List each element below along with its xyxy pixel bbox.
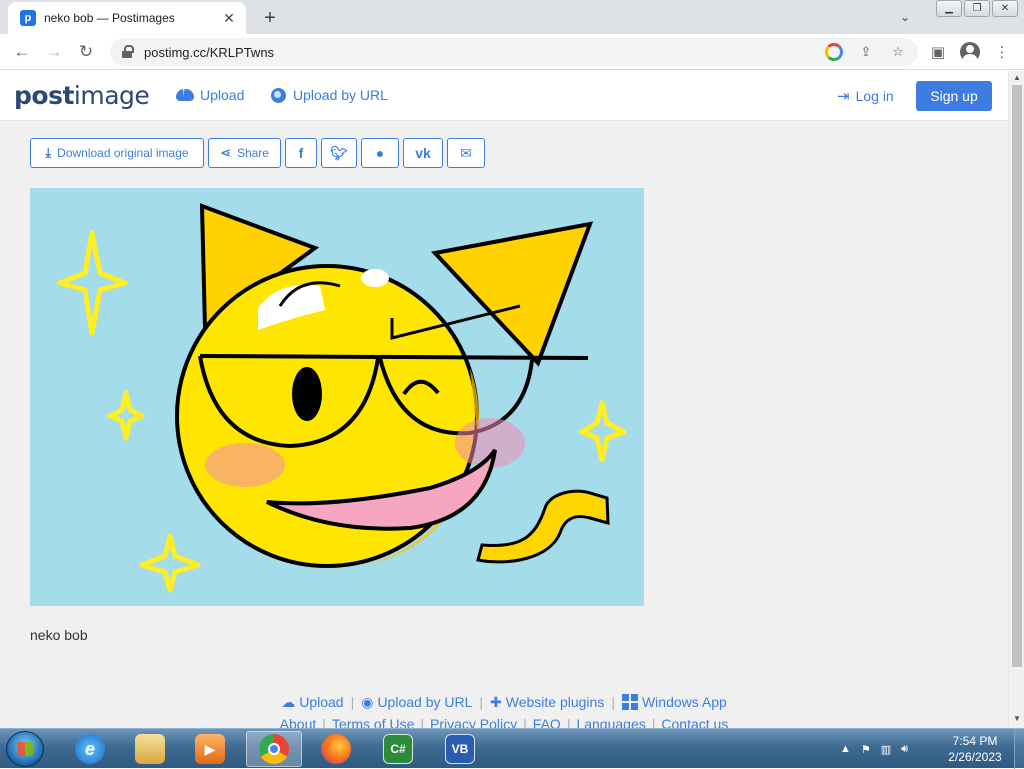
- close-window-icon[interactable]: ✕: [992, 0, 1018, 17]
- tab-strip: p neko bob — Postimages ✕ + ⌄ ▁ ❐ ✕: [0, 0, 1024, 34]
- postimage-logo[interactable]: postimage: [14, 81, 150, 110]
- reddit-share-button[interactable]: ●: [361, 138, 399, 168]
- download-icon: ⤓: [45, 145, 52, 160]
- windows-taskbar: e ▶ C# VB ▲ ⚑ ▥ 🔊︎ 7:54 PM 2/26/2023: [0, 728, 1024, 769]
- share-button[interactable]: ⋖ Share: [208, 138, 281, 168]
- footer-languages-link[interactable]: Languages: [576, 716, 645, 728]
- email-share-button[interactable]: ✉: [447, 138, 485, 168]
- uploaded-image[interactable]: [30, 188, 644, 606]
- cloud-upload-icon: [176, 86, 194, 101]
- restore-icon[interactable]: ❐: [964, 0, 990, 17]
- twitter-share-button[interactable]: 🐦︎: [321, 138, 357, 168]
- taskbar-visual-basic[interactable]: VB: [432, 731, 488, 767]
- share-toolbar: ⤓ Download original image ⋖ Share f 🐦︎ ●…: [30, 138, 485, 168]
- browser-toolbar: ← → ↻ postimg.cc/KRLPTwns ⇪ ☆ ▣ ⋮: [0, 34, 1024, 70]
- footer-privacy-link[interactable]: Privacy Policy: [430, 716, 517, 728]
- google-lens-icon[interactable]: [822, 40, 846, 64]
- footer-terms-link[interactable]: Terms of Use: [332, 716, 414, 728]
- browser-tab-active[interactable]: p neko bob — Postimages ✕: [8, 2, 246, 34]
- forward-arrow-icon[interactable]: →: [42, 40, 66, 64]
- address-bar[interactable]: postimg.cc/KRLPTwns ⇪ ☆: [110, 38, 918, 66]
- window-controls: ▁ ❐ ✕: [936, 0, 1018, 17]
- nav-upload-by-url-link[interactable]: Upload by URL: [271, 87, 388, 103]
- show-desktop-button[interactable]: [1014, 729, 1024, 769]
- profile-avatar-icon[interactable]: [958, 40, 982, 64]
- footer-upload-link[interactable]: ☁ Upload: [281, 694, 343, 711]
- windows-icon: [621, 694, 638, 710]
- taskbar-clock[interactable]: 7:54 PM 2/26/2023: [940, 733, 1010, 765]
- scroll-thumb[interactable]: [1012, 85, 1022, 667]
- system-tray: ▲ ⚑ ▥ 🔊︎: [840, 729, 908, 769]
- flag-icon[interactable]: ⚑: [861, 743, 871, 756]
- footer-secondary-links: About | Terms of Use | Privacy Policy | …: [0, 713, 1008, 728]
- nav-upload-link[interactable]: Upload: [176, 86, 244, 103]
- internet-explorer-icon: e: [75, 734, 105, 764]
- chevron-down-icon[interactable]: ⌄: [896, 8, 914, 26]
- minimize-icon[interactable]: ▁: [936, 0, 962, 17]
- network-icon[interactable]: ▥: [881, 743, 891, 756]
- reddit-icon: ●: [375, 145, 385, 161]
- globe-icon: [271, 87, 286, 103]
- tray-expand-icon[interactable]: ▲: [840, 743, 851, 755]
- page-viewport: postimage Upload Upload by URL ⇥ Log in …: [0, 71, 1008, 728]
- side-panel-icon[interactable]: ▣: [926, 40, 950, 64]
- taskbar-media-player[interactable]: ▶: [182, 731, 238, 767]
- share-icon: ⋖: [220, 145, 231, 160]
- cloud-upload-icon: ☁: [281, 693, 296, 710]
- close-tab-icon[interactable]: ✕: [218, 7, 240, 29]
- clock-time: 7:54 PM: [952, 734, 998, 748]
- reload-icon[interactable]: ↻: [74, 40, 98, 64]
- taskbar-file-explorer[interactable]: [122, 731, 178, 767]
- footer-faq-link[interactable]: FAQ: [533, 716, 561, 728]
- firefox-icon: [321, 734, 351, 764]
- scroll-down-icon[interactable]: ▼: [1012, 714, 1022, 724]
- image-caption: neko bob: [30, 627, 88, 643]
- login-link[interactable]: ⇥ Log in: [837, 87, 894, 105]
- twitter-icon: 🐦︎: [330, 144, 348, 161]
- url-text[interactable]: postimg.cc/KRLPTwns: [144, 45, 822, 60]
- taskbar-chrome[interactable]: [246, 731, 302, 767]
- footer-primary-links: ☁ Upload | ◉ Upload by URL | ✚ Website plug…: [281, 693, 727, 711]
- back-arrow-icon[interactable]: ←: [10, 40, 34, 64]
- volume-icon[interactable]: 🔊︎: [901, 743, 908, 756]
- more-menu-icon[interactable]: ⋮: [990, 40, 1014, 64]
- csharp-icon: C#: [383, 734, 413, 764]
- folder-icon: [135, 734, 165, 764]
- footer-about-link[interactable]: About: [280, 716, 317, 728]
- neko-bob-drawing: [57, 203, 627, 593]
- start-button[interactable]: [6, 731, 44, 767]
- visual-basic-icon: VB: [445, 734, 475, 764]
- tab-title: neko bob — Postimages: [44, 11, 175, 25]
- page-scrollbar[interactable]: ▲ ▼: [1008, 71, 1024, 728]
- facebook-icon: f: [298, 145, 304, 161]
- footer-upload-by-url-link[interactable]: ◉ Upload by URL: [361, 694, 472, 711]
- chrome-icon: [259, 734, 289, 764]
- footer-windows-app-link[interactable]: Windows App: [621, 694, 727, 710]
- login-icon: ⇥: [837, 88, 850, 105]
- taskbar-internet-explorer[interactable]: e: [62, 731, 118, 767]
- vk-share-button[interactable]: vk: [403, 138, 443, 168]
- footer-contact-link[interactable]: Contact us: [661, 716, 728, 728]
- site-header: postimage Upload Upload by URL ⇥ Log in …: [0, 71, 1008, 121]
- scroll-up-icon[interactable]: ▲: [1012, 73, 1022, 83]
- signup-button[interactable]: Sign up: [916, 81, 992, 111]
- vk-icon: vk: [415, 145, 431, 161]
- puzzle-icon: ✚: [490, 693, 502, 710]
- site-footer: ☁ Upload | ◉ Upload by URL | ✚ Website plug…: [0, 691, 1008, 729]
- globe-icon: ◉: [361, 693, 374, 710]
- media-player-icon: ▶: [195, 734, 225, 764]
- taskbar-csharp[interactable]: C#: [370, 731, 426, 767]
- new-tab-icon[interactable]: +: [258, 6, 282, 30]
- envelope-icon: ✉: [460, 144, 472, 161]
- star-bookmark-icon[interactable]: ☆: [886, 40, 910, 64]
- lock-icon[interactable]: [122, 45, 134, 59]
- share-page-icon[interactable]: ⇪: [854, 40, 878, 64]
- download-original-button[interactable]: ⤓ Download original image: [30, 138, 204, 168]
- clock-date: 2/26/2023: [948, 750, 1002, 764]
- footer-website-plugins-link[interactable]: ✚ Website plugins: [490, 694, 604, 711]
- facebook-share-button[interactable]: f: [285, 138, 317, 168]
- postimages-favicon-icon: p: [20, 10, 36, 26]
- taskbar-firefox[interactable]: [308, 731, 364, 767]
